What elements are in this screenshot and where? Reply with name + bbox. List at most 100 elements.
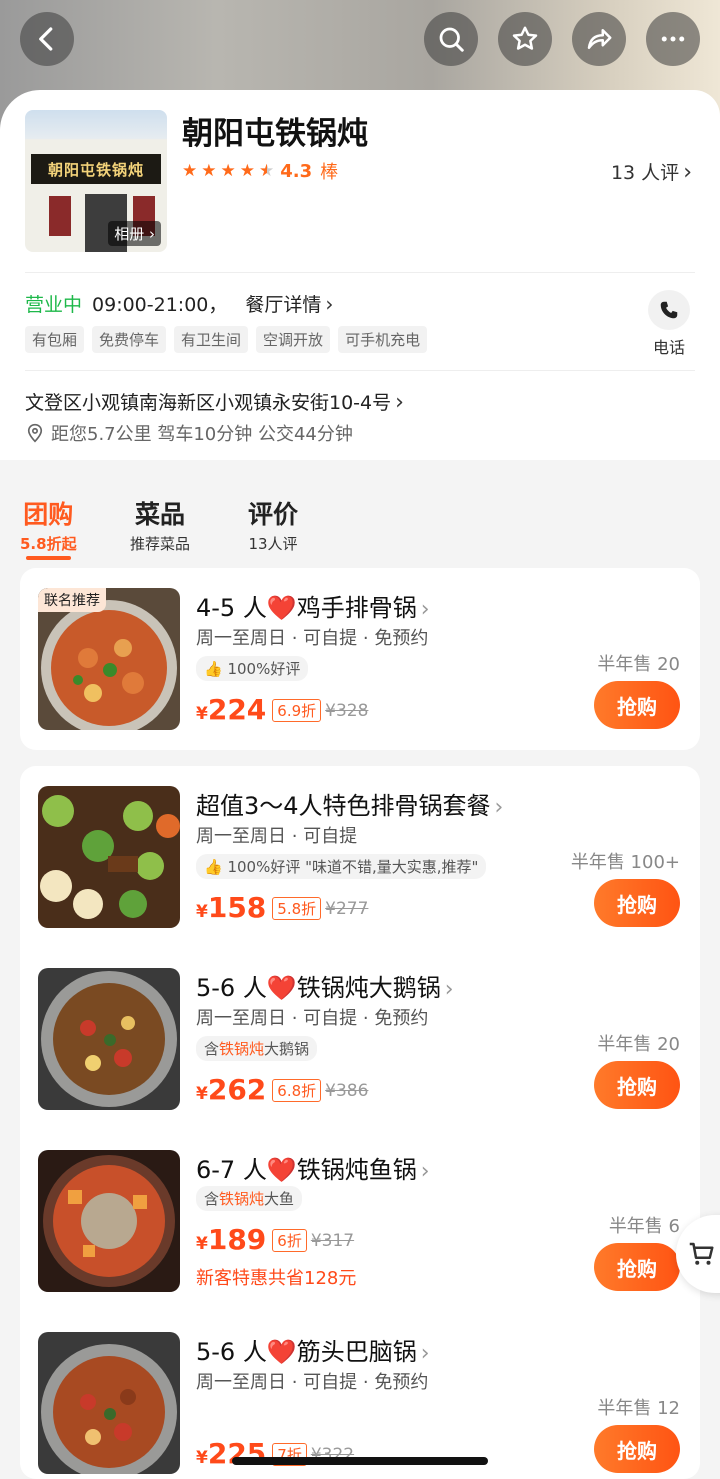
back-button[interactable] xyxy=(20,12,74,66)
rating-word: 棒 xyxy=(320,162,339,183)
deal-price: 225 xyxy=(207,1437,267,1470)
restaurant-detail-link[interactable]: 餐厅详情 › xyxy=(245,290,333,317)
rating-score: 4.3 xyxy=(280,160,313,182)
star-icon xyxy=(512,26,538,50)
deal-item[interactable]: 5-6 人❤️铁锅炖大鹅锅 › 周一至周日 · 可自提 · 免预约 含铁锅炖大鹅锅… xyxy=(20,948,700,1110)
chevron-left-icon xyxy=(39,27,53,51)
price-row: ¥ 224 6.9折 ¥328 xyxy=(196,693,368,726)
currency: ¥ xyxy=(196,704,208,724)
tab-group-buy[interactable]: 团购 5.8折起 xyxy=(20,495,77,560)
distance-row: 距您5.7公里 驾车10分钟 公交44分钟 xyxy=(25,420,353,446)
price-row: ¥ 225 7折 ¥322 xyxy=(196,1437,354,1470)
tab-title: 评价 xyxy=(248,500,299,529)
favorite-button[interactable] xyxy=(498,12,552,66)
deal-photo xyxy=(38,1150,180,1292)
deal-list-card: 超值3～4人特色排骨锅套餐 › 周一至周日 · 可自提 👍 100%好评 "味道不… xyxy=(20,766,700,1479)
deal-item[interactable]: 5-6 人❤️筋头巴脑锅 › 周一至周日 · 可自提 · 免预约 ¥ 225 7折… xyxy=(20,1312,700,1474)
store-photo[interactable]: 朝阳屯铁锅炖 相册 › xyxy=(25,110,167,252)
currency: ¥ xyxy=(196,1448,208,1468)
discount-badge: 6.9折 xyxy=(272,699,322,722)
address-link[interactable]: 文登区小观镇南海新区小观镇永安街10-4号 › xyxy=(25,388,404,415)
store-info-card: 朝阳屯铁锅炖 相册 › 朝阳屯铁锅炖 ★ ★ ★ ★ ★ 4.3 棒 13 人评… xyxy=(0,90,720,460)
star-icon: ★ xyxy=(201,161,217,181)
deal-title: 5-6 人❤️铁锅炖大鹅锅 › xyxy=(196,974,454,1002)
more-dots-icon xyxy=(661,36,685,42)
thumbs-up-icon: 👍 xyxy=(204,660,223,678)
deal-title: 4-5 人❤️鸡手排骨锅 › xyxy=(196,594,430,622)
star-icon: ★ xyxy=(220,161,236,181)
phone-button[interactable]: 电话 xyxy=(648,290,690,358)
sales-count: 半年售 20 xyxy=(597,1034,680,1055)
sales-count: 半年售 20 xyxy=(597,654,680,675)
buy-button[interactable]: 抢购 xyxy=(594,681,680,729)
tab-subtitle: 推荐菜品 xyxy=(130,535,191,553)
star-icon: ★ xyxy=(182,161,198,181)
deal-availability: 周一至周日 · 可自提 xyxy=(196,826,358,847)
sales-count: 半年售 100+ xyxy=(570,852,680,873)
deal-item[interactable]: 6-7 人❤️铁锅炖鱼锅 › 含铁锅炖大鱼 ¥ 189 6折 ¥317 新客特惠共… xyxy=(20,1130,700,1292)
more-button[interactable] xyxy=(646,12,700,66)
tab-dishes[interactable]: 菜品 推荐菜品 xyxy=(130,495,190,554)
deal-item[interactable]: 联名推荐 4-5 人❤️鸡手排骨锅 › 周一至周日 · 可自提 · 免预约 👍 1… xyxy=(20,568,700,730)
deal-title: 6-7 人❤️铁锅炖鱼锅 › xyxy=(196,1156,430,1184)
tab-subtitle: 13人评 xyxy=(248,535,298,553)
hours-row: 营业中 09:00-21:00， 餐厅详情 › xyxy=(25,290,333,317)
rating-chip: 👍 100%好评 "味道不错,量大实惠,推荐" xyxy=(196,854,487,879)
deal-price: 158 xyxy=(207,891,267,924)
facility-tag: 空调开放 xyxy=(256,326,331,353)
deal-price: 262 xyxy=(207,1073,267,1106)
heart-icon: ❤️ xyxy=(266,974,297,1002)
sales-count: 半年售 6 xyxy=(608,1216,680,1237)
star-icon: ★ xyxy=(239,161,255,181)
food-image xyxy=(38,968,180,1110)
deal-item[interactable]: 超值3～4人特色排骨锅套餐 › 周一至周日 · 可自提 👍 100%好评 "味道不… xyxy=(20,766,700,928)
discount-badge: 6折 xyxy=(272,1229,307,1252)
store-sign: 朝阳屯铁锅炖 xyxy=(31,154,161,184)
tab-subtitle: 5.8折起 xyxy=(20,535,77,553)
home-indicator xyxy=(232,1457,488,1465)
section-tabs: 团购 5.8折起 菜品 推荐菜品 评价 13人评 xyxy=(0,470,720,560)
tab-title: 团购 xyxy=(23,500,74,529)
price-row: ¥ 262 6.8折 ¥386 xyxy=(196,1073,368,1106)
food-image xyxy=(38,1332,180,1474)
photo-banner-left xyxy=(49,196,71,236)
search-icon xyxy=(439,27,464,52)
currency: ¥ xyxy=(196,1084,208,1104)
album-badge[interactable]: 相册 › xyxy=(108,221,161,246)
distance-text: 距您5.7公里 驾车10分钟 公交44分钟 xyxy=(51,424,353,445)
deal-badge: 联名推荐 xyxy=(38,588,106,612)
review-count-link[interactable]: 13 人评 › xyxy=(611,158,692,185)
phone-icon xyxy=(648,290,690,330)
buy-button[interactable]: 抢购 xyxy=(594,879,680,927)
divider xyxy=(25,272,695,273)
currency: ¥ xyxy=(196,1234,208,1254)
buy-button[interactable]: 抢购 xyxy=(594,1061,680,1109)
facility-tags: 有包厢 免费停车 有卫生间 空调开放 可手机充电 xyxy=(25,326,428,353)
tab-title: 菜品 xyxy=(135,500,186,529)
deal-photo xyxy=(38,1332,180,1474)
original-price: ¥277 xyxy=(325,899,369,919)
heart-icon: ❤️ xyxy=(266,594,297,622)
contents-chip: 含铁锅炖大鹅锅 xyxy=(196,1036,318,1061)
food-image xyxy=(38,786,180,928)
tab-reviews[interactable]: 评价 13人评 xyxy=(248,495,298,554)
cart-icon xyxy=(689,1242,714,1265)
discount-badge: 6.8折 xyxy=(272,1079,322,1102)
original-price: ¥317 xyxy=(310,1231,355,1251)
divider xyxy=(25,370,695,371)
phone-label: 电话 xyxy=(652,338,685,357)
deal-price: 224 xyxy=(207,693,267,726)
location-pin-icon xyxy=(27,423,43,443)
original-price: ¥328 xyxy=(325,701,369,721)
buy-button[interactable]: 抢购 xyxy=(594,1243,680,1291)
facility-tag: 有包厢 xyxy=(25,326,85,353)
deal-availability: 周一至周日 · 可自提 · 免预约 xyxy=(196,1372,429,1393)
rating: ★ ★ ★ ★ ★ 4.3 棒 xyxy=(182,158,338,184)
buy-button[interactable]: 抢购 xyxy=(594,1425,680,1473)
discount-badge: 5.8折 xyxy=(272,897,322,920)
deal-photo xyxy=(38,786,180,928)
original-price: ¥386 xyxy=(325,1081,369,1101)
rating-chip: 👍 100%好评 xyxy=(196,656,309,681)
search-button[interactable] xyxy=(424,12,478,66)
share-button[interactable] xyxy=(572,12,626,66)
